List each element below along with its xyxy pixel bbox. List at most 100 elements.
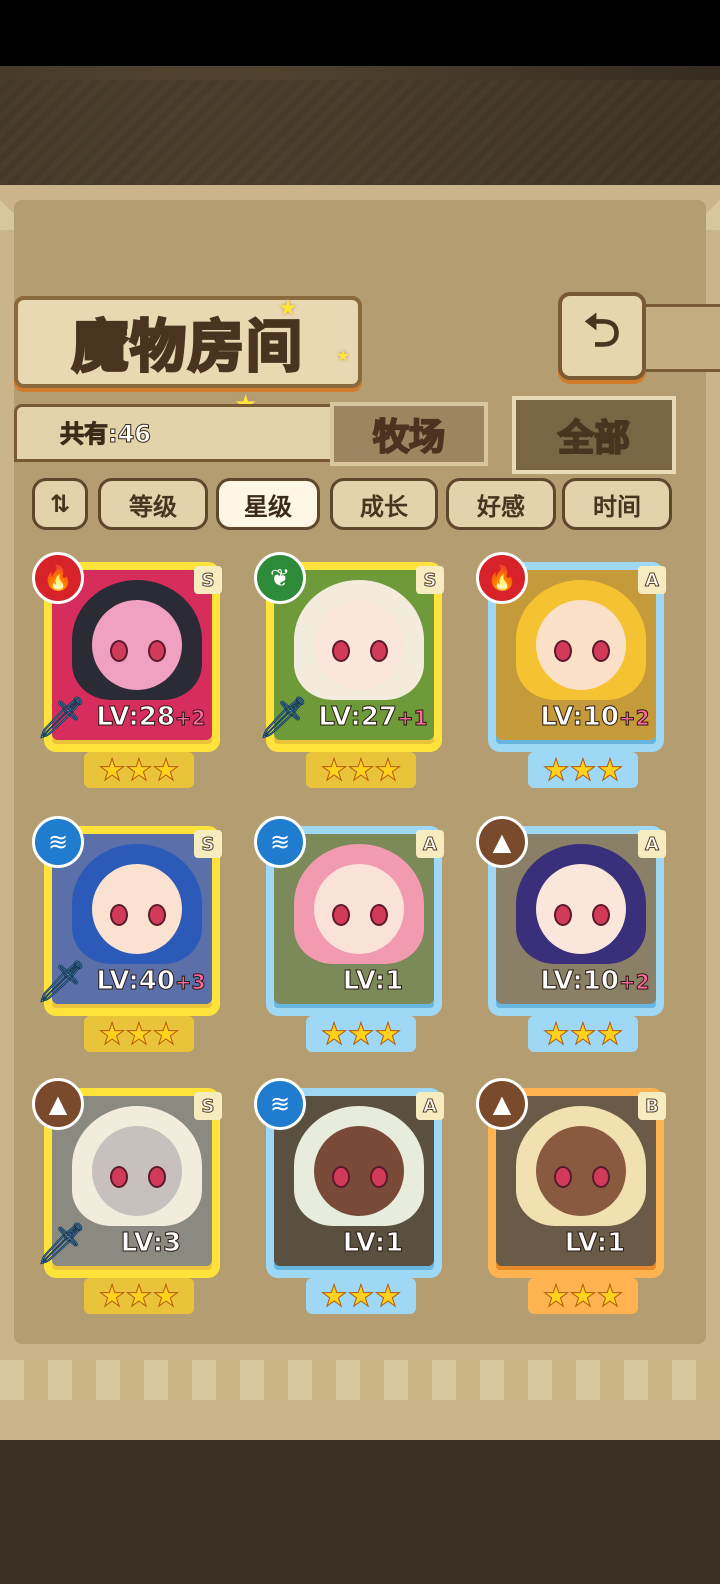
star-icon: ★ [596, 1016, 624, 1052]
monster-card[interactable]: S ▲ 🗡 LV:3 ★ ★ ★ [32, 1078, 232, 1316]
level-value: LV:1 [564, 1228, 626, 1259]
level-label: LV:10+2 [520, 966, 670, 997]
sort-affection-button[interactable]: 好感 [446, 478, 556, 530]
monster-card[interactable]: A ≋ LV:1 ★ ★ ★ [254, 1078, 454, 1316]
sort-order-icon: ⇅ [49, 490, 71, 518]
star-icon: ★ [542, 752, 570, 788]
star-icon: ★ [569, 752, 597, 788]
star-icon: ★ [542, 1278, 570, 1314]
water-element-icon: ≋ [32, 816, 84, 868]
monster-eye [332, 1166, 350, 1188]
sort-growth-button[interactable]: 成长 [330, 478, 438, 530]
level-bonus: +3 [174, 970, 206, 995]
star-icon: ★ [152, 1016, 180, 1052]
level-label: LV:1 [298, 1228, 448, 1259]
star-rating: ★ ★ ★ [84, 752, 194, 788]
monster-card[interactable]: A ≋ LV:1 ★ ★ ★ [254, 816, 454, 1054]
sort-level-button[interactable]: 等级 [98, 478, 208, 530]
monster-eye [148, 904, 166, 926]
fire-element-icon: 🔥 [476, 552, 528, 604]
star-icon: ★ [98, 752, 126, 788]
back-arrow-icon: ⮌ [583, 303, 621, 357]
fire-element-icon: 🔥 [32, 552, 84, 604]
earth-element-icon: ▲ [476, 816, 528, 868]
water-element-icon: ≋ [254, 1078, 306, 1130]
star-rating: ★ ★ ★ [306, 1016, 416, 1052]
star-rating: ★ ★ ★ [84, 1278, 194, 1314]
star-icon: ★ [374, 752, 402, 788]
sort-star-button[interactable]: 星级 [216, 478, 320, 530]
monster-card[interactable]: A ▲ LV:10+2 ★ ★ ★ [476, 816, 676, 1054]
monster-face [92, 1126, 182, 1216]
monster-face [314, 864, 404, 954]
monster-face [536, 864, 626, 954]
monster-card[interactable]: S ❦ 🗡 LV:27+1 ★ ★ ★ [254, 552, 454, 790]
star-icon: ★ [98, 1278, 126, 1314]
leaf-element-icon: ❦ [254, 552, 306, 604]
sort-time-button[interactable]: 时间 [562, 478, 672, 530]
level-value: LV:3 [120, 1228, 182, 1259]
earth-element-icon: ▲ [32, 1078, 84, 1130]
rank-badge: A [638, 566, 666, 594]
status-bar-area [0, 0, 720, 66]
star-icon: ★ [152, 752, 180, 788]
monster-card[interactable]: A 🔥 LV:10+2 ★ ★ ★ [476, 552, 676, 790]
monster-card[interactable]: S 🔥 🗡 LV:28+2 ★ ★ ★ [32, 552, 232, 790]
monster-eye [370, 904, 388, 926]
back-button[interactable]: ⮌ [558, 292, 646, 380]
title-plate: 魔物房间 [14, 296, 362, 388]
star-icon: ★ [125, 1016, 153, 1052]
earth-element-icon: ▲ [476, 1078, 528, 1130]
level-label: LV:10+2 [520, 702, 670, 733]
level-bonus: +2 [618, 970, 650, 995]
star-icon: ★ [596, 1278, 624, 1314]
monster-eye [554, 1166, 572, 1188]
level-value: LV:10 [540, 702, 620, 733]
back-button-rail [636, 304, 720, 372]
star-icon: ★ [374, 1016, 402, 1052]
monster-card[interactable]: B ▲ LV:1 ★ ★ ★ [476, 1078, 676, 1316]
star-decoration: ★ [278, 296, 298, 321]
monster-face [536, 600, 626, 690]
tab-farm[interactable]: 牧场 [330, 402, 488, 466]
star-icon: ★ [347, 1016, 375, 1052]
star-icon: ★ [569, 1278, 597, 1314]
level-bonus: +2 [174, 706, 206, 731]
level-bonus: +1 [396, 706, 428, 731]
monster-face [314, 1126, 404, 1216]
monster-face [92, 864, 182, 954]
star-icon: ★ [374, 1278, 402, 1314]
star-icon: ★ [320, 752, 348, 788]
level-label: LV:3 [76, 1228, 226, 1259]
map-decoration [0, 80, 720, 200]
star-decoration: ★ [336, 346, 351, 365]
star-icon: ★ [347, 752, 375, 788]
star-rating: ★ ★ ★ [528, 1016, 638, 1052]
star-rating: ★ ★ ★ [306, 752, 416, 788]
star-rating: ★ ★ ★ [528, 752, 638, 788]
rank-badge: A [416, 830, 444, 858]
tab-all[interactable]: 全部 [512, 396, 676, 474]
star-icon: ★ [542, 1016, 570, 1052]
level-value: LV:27 [318, 702, 398, 733]
level-value: LV:28 [96, 702, 176, 733]
monster-eye [592, 640, 610, 662]
monster-eye [332, 904, 350, 926]
rank-badge: S [194, 830, 222, 858]
level-label: LV:40+3 [76, 966, 226, 997]
monster-eye [148, 640, 166, 662]
monster-eye [554, 904, 572, 926]
star-icon: ★ [320, 1016, 348, 1052]
star-icon: ★ [569, 1016, 597, 1052]
monster-eye [592, 1166, 610, 1188]
monster-card[interactable]: S ≋ 🗡 LV:40+3 ★ ★ ★ [32, 816, 232, 1054]
monster-eye [554, 640, 572, 662]
monster-eye [370, 640, 388, 662]
level-value: LV:10 [540, 966, 620, 997]
monster-eye [110, 1166, 128, 1188]
monster-face [92, 600, 182, 690]
star-icon: ★ [152, 1278, 180, 1314]
monster-eye [592, 904, 610, 926]
monster-eye [110, 904, 128, 926]
sort-order-toggle[interactable]: ⇅ [32, 478, 88, 530]
